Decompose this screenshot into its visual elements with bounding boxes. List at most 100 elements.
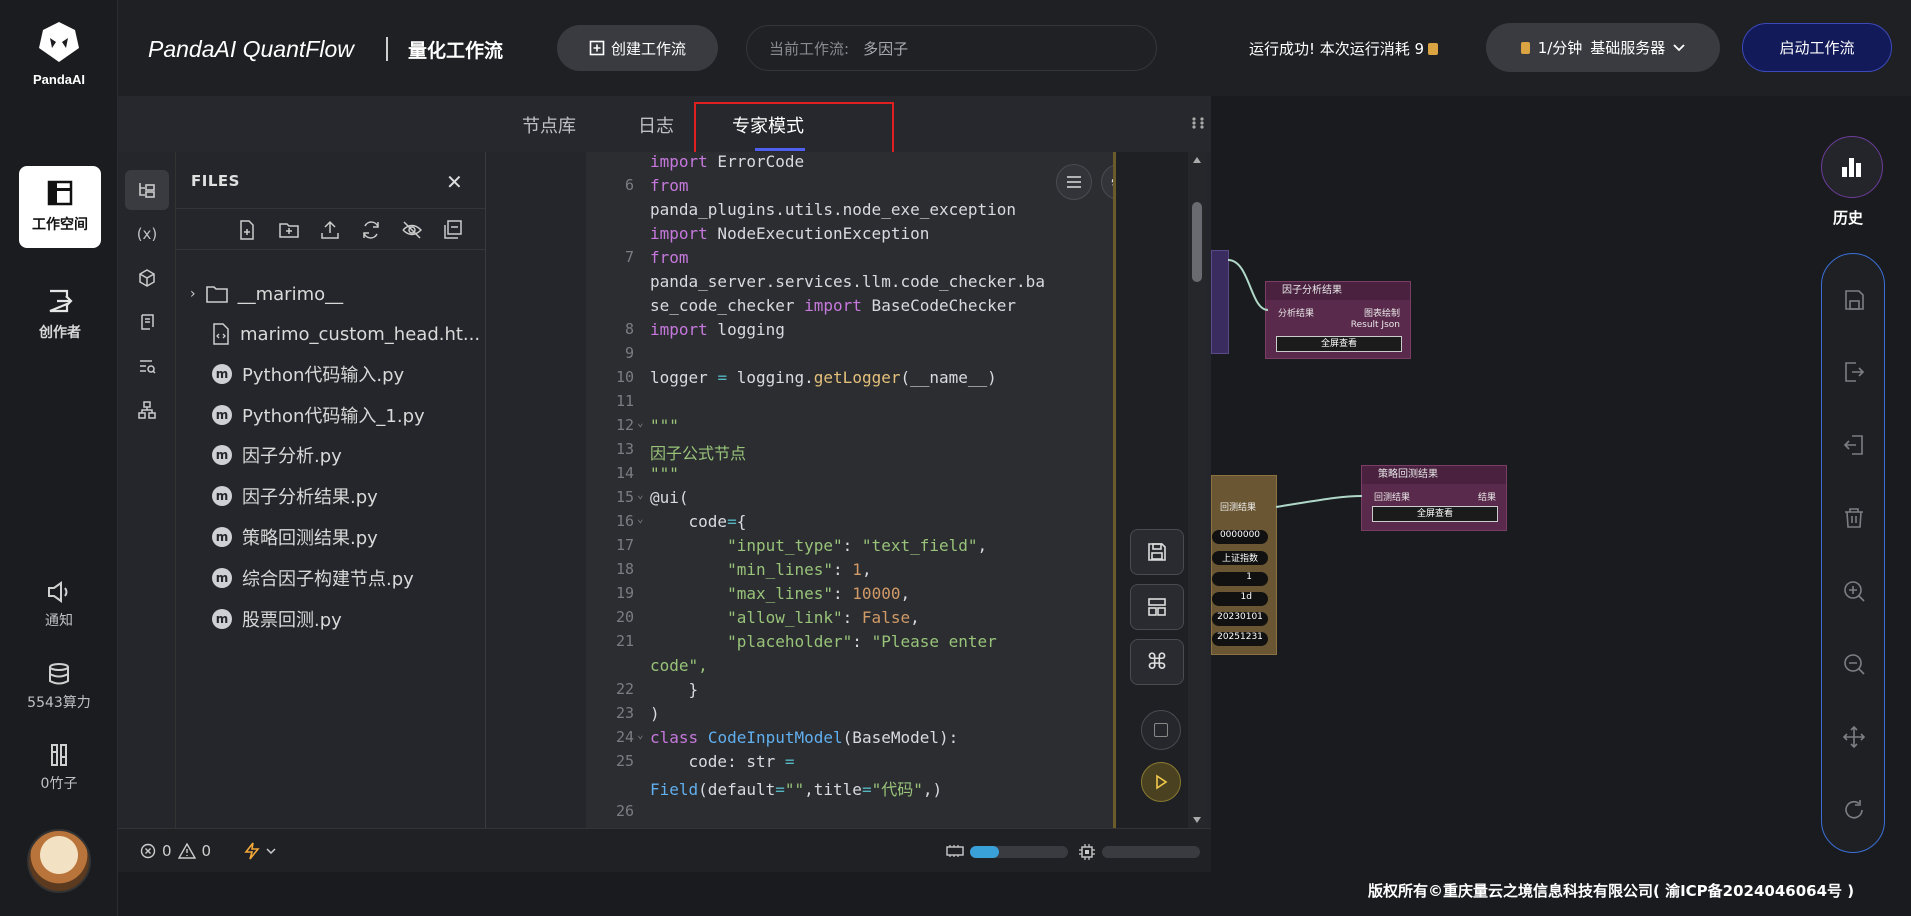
create-workflow-button[interactable]: 创建工作流 bbox=[557, 25, 718, 71]
current-workflow-field[interactable]: 当前工作流: 多因子 bbox=[746, 25, 1157, 71]
layout-button[interactable] bbox=[1130, 584, 1184, 630]
stop-button[interactable] bbox=[1141, 710, 1181, 750]
eye-off-icon[interactable] bbox=[401, 219, 423, 241]
scroll-up-icon[interactable] bbox=[1192, 156, 1202, 164]
param-value[interactable]: 上证指数 bbox=[1212, 551, 1268, 565]
sidebar-item-notify[interactable]: 通知 bbox=[0, 580, 118, 630]
tab-node-library[interactable]: 节点库 bbox=[522, 112, 576, 138]
logo[interactable]: PandaAI bbox=[0, 18, 118, 87]
file-tree-item[interactable]: m Python代码输入.py bbox=[212, 359, 482, 389]
chevron-down-icon bbox=[266, 848, 276, 854]
command-palette-button[interactable]: ⌘ bbox=[1130, 639, 1184, 685]
file-tree-item[interactable]: m Python代码输入_1.py bbox=[212, 400, 482, 430]
collapse-all-icon[interactable] bbox=[442, 219, 464, 241]
chevron-right-icon: › bbox=[190, 286, 196, 302]
history-button[interactable] bbox=[1821, 136, 1883, 198]
creator-icon bbox=[49, 289, 73, 313]
code-editor[interactable]: import ErrorCode 6 from panda_plugins.uti… bbox=[586, 152, 1113, 828]
fullscreen-button[interactable]: 全屏查看 bbox=[1372, 506, 1498, 522]
text-search-icon bbox=[140, 360, 156, 374]
cell-menu-button[interactable] bbox=[1056, 164, 1092, 200]
trash-icon[interactable] bbox=[1842, 506, 1866, 530]
dependency-graph-button[interactable] bbox=[125, 390, 169, 430]
new-folder-icon[interactable] bbox=[278, 219, 300, 241]
panel-tabs: 节点库 日志 专家模式 bbox=[118, 96, 1211, 176]
file-tree-item[interactable]: m 因子分析结果.py bbox=[212, 481, 482, 511]
param-value[interactable]: 0000000 bbox=[1212, 530, 1268, 544]
chevron-down-icon bbox=[1673, 43, 1685, 51]
editor-scrollbar[interactable] bbox=[1188, 152, 1206, 828]
avatar[interactable] bbox=[27, 829, 91, 893]
refresh-icon[interactable] bbox=[360, 219, 382, 241]
current-workflow-label: 当前工作流: bbox=[769, 39, 850, 58]
sidebar-item-workspace[interactable]: 工作空间 bbox=[19, 166, 101, 248]
save-button[interactable] bbox=[1130, 529, 1184, 575]
files-title: FILES bbox=[191, 172, 240, 190]
new-file-icon[interactable] bbox=[236, 219, 258, 241]
error-count-value: 0 bbox=[162, 842, 172, 860]
files-panel: FILES ✕ › __marimo__ marimo_custom_head.… bbox=[176, 152, 486, 828]
play-icon bbox=[1156, 774, 1168, 790]
save-icon[interactable] bbox=[1842, 288, 1866, 312]
file-tree-item[interactable]: m 策略回测结果.py bbox=[212, 522, 482, 552]
file-name: __marimo__ bbox=[237, 283, 344, 305]
file-tree-button[interactable] bbox=[125, 170, 169, 210]
close-icon[interactable]: ✕ bbox=[446, 170, 463, 194]
network-icon bbox=[138, 401, 156, 419]
file-tree-item[interactable]: m 因子分析.py bbox=[212, 440, 482, 470]
sidebar-item-bamboo[interactable]: 0竹子 bbox=[0, 743, 118, 793]
zoom-in-icon[interactable] bbox=[1842, 579, 1866, 603]
variables-button[interactable]: (x) bbox=[125, 214, 169, 254]
error-count[interactable]: 0 0 bbox=[140, 842, 211, 860]
sidebar-item-label: 通知 bbox=[45, 613, 73, 629]
app-subtitle: 量化工作流 bbox=[408, 40, 504, 62]
search-button[interactable] bbox=[125, 346, 169, 386]
param-value[interactable]: 20251231 bbox=[1212, 632, 1268, 646]
marimo-file-icon: m bbox=[212, 527, 232, 547]
zoom-out-icon[interactable] bbox=[1842, 652, 1866, 676]
command-icon: ⌘ bbox=[1146, 649, 1168, 675]
kernel-selector[interactable] bbox=[244, 842, 276, 860]
sidebar-item-compute[interactable]: 5543算力 bbox=[0, 662, 118, 712]
title-divider bbox=[386, 37, 388, 61]
server-selector[interactable]: 1/分钟 基础服务器 bbox=[1486, 23, 1720, 72]
file-tree-item[interactable]: m 股票回测.py bbox=[212, 604, 482, 634]
sidebar-item-label: 工作空间 bbox=[32, 217, 88, 233]
cpu-icon bbox=[1079, 844, 1095, 860]
node-backtest-result[interactable]: 策略回测结果 回测结果 结果 全屏查看 bbox=[1361, 465, 1507, 531]
start-workflow-button[interactable]: 启动工作流 bbox=[1742, 23, 1892, 72]
bamboo-icon bbox=[51, 744, 67, 766]
sidebar-item-creator[interactable]: 创作者 bbox=[19, 274, 101, 356]
sidebar-item-label: 5543算力 bbox=[27, 695, 91, 711]
scrollbar-thumb[interactable] bbox=[1192, 202, 1202, 282]
scroll-down-icon[interactable] bbox=[1192, 816, 1202, 824]
redo-icon[interactable] bbox=[1842, 798, 1866, 822]
memory-usage-bar bbox=[970, 846, 1068, 858]
tab-log[interactable]: 日志 bbox=[638, 112, 674, 138]
file-tree-item[interactable]: m 综合因子构建节点.py bbox=[212, 563, 482, 593]
run-button[interactable] bbox=[1141, 762, 1181, 802]
file-name: Python代码输入.py bbox=[242, 365, 405, 386]
file-name: Python代码输入_1.py bbox=[242, 406, 425, 427]
outline-button[interactable] bbox=[125, 302, 169, 342]
server-rate: 1/分钟 bbox=[1537, 39, 1583, 57]
param-value[interactable]: 1d bbox=[1212, 592, 1268, 606]
drag-handle-icon[interactable] bbox=[1191, 116, 1205, 130]
export-icon[interactable] bbox=[1842, 360, 1866, 384]
import-icon[interactable] bbox=[1842, 433, 1866, 457]
app-title: PandaAI QuantFlow bbox=[148, 36, 354, 62]
file-name: 股票回测.py bbox=[242, 610, 342, 631]
file-tree-item[interactable]: marimo_custom_head.ht... bbox=[212, 319, 482, 349]
editor-icon-rail: (x) bbox=[118, 152, 176, 828]
file-tree-folder[interactable]: › __marimo__ bbox=[190, 279, 482, 309]
create-workflow-label: 创建工作流 bbox=[610, 39, 686, 58]
editor-status-bar: 0 0 bbox=[118, 828, 1211, 872]
marimo-file-icon: m bbox=[212, 486, 232, 506]
param-value[interactable]: 1 bbox=[1212, 572, 1268, 586]
param-value[interactable]: 20230101 bbox=[1212, 612, 1268, 626]
packages-button[interactable] bbox=[125, 258, 169, 298]
marimo-file-icon: m bbox=[212, 445, 232, 465]
stop-icon bbox=[1154, 723, 1168, 737]
move-icon[interactable] bbox=[1842, 725, 1866, 749]
upload-icon[interactable] bbox=[319, 219, 341, 241]
